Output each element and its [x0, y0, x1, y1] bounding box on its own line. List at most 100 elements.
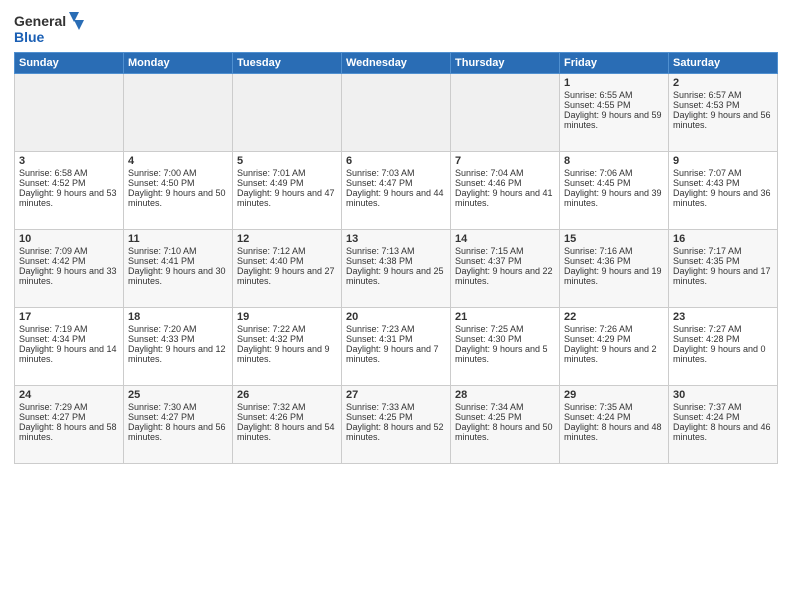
day-info-line: Sunset: 4:45 PM [564, 178, 664, 188]
day-cell: 1Sunrise: 6:55 AMSunset: 4:55 PMDaylight… [560, 74, 669, 152]
day-info-line: Sunset: 4:46 PM [455, 178, 555, 188]
day-info-line: Sunset: 4:28 PM [673, 334, 773, 344]
day-info-line: Sunset: 4:36 PM [564, 256, 664, 266]
day-info-line: Sunset: 4:31 PM [346, 334, 446, 344]
day-info-line: Daylight: 9 hours and 53 minutes. [19, 188, 119, 208]
day-info-line: Sunrise: 7:30 AM [128, 402, 228, 412]
day-cell: 23Sunrise: 7:27 AMSunset: 4:28 PMDayligh… [669, 308, 778, 386]
day-header-wednesday: Wednesday [342, 53, 451, 74]
day-cell: 16Sunrise: 7:17 AMSunset: 4:35 PMDayligh… [669, 230, 778, 308]
day-info-line: Daylight: 8 hours and 50 minutes. [455, 422, 555, 442]
day-info-line: Sunset: 4:49 PM [237, 178, 337, 188]
day-number: 15 [564, 233, 664, 245]
day-info-line: Daylight: 9 hours and 9 minutes. [237, 344, 337, 364]
day-info-line: Sunrise: 7:32 AM [237, 402, 337, 412]
day-cell: 25Sunrise: 7:30 AMSunset: 4:27 PMDayligh… [124, 386, 233, 464]
day-cell: 26Sunrise: 7:32 AMSunset: 4:26 PMDayligh… [233, 386, 342, 464]
day-info-line: Sunrise: 7:10 AM [128, 246, 228, 256]
day-number: 26 [237, 389, 337, 401]
day-info-line: Sunrise: 7:06 AM [564, 168, 664, 178]
day-info-line: Sunrise: 7:20 AM [128, 324, 228, 334]
day-info-line: Daylight: 9 hours and 59 minutes. [564, 110, 664, 130]
day-number: 17 [19, 311, 119, 323]
day-info-line: Daylight: 9 hours and 17 minutes. [673, 266, 773, 286]
day-cell [124, 74, 233, 152]
day-info-line: Daylight: 9 hours and 12 minutes. [128, 344, 228, 364]
day-info-line: Sunrise: 7:22 AM [237, 324, 337, 334]
day-cell: 4Sunrise: 7:00 AMSunset: 4:50 PMDaylight… [124, 152, 233, 230]
day-info-line: Sunset: 4:29 PM [564, 334, 664, 344]
svg-text:Blue: Blue [14, 29, 45, 45]
day-info-line: Daylight: 9 hours and 39 minutes. [564, 188, 664, 208]
day-number: 18 [128, 311, 228, 323]
day-cell: 19Sunrise: 7:22 AMSunset: 4:32 PMDayligh… [233, 308, 342, 386]
day-number: 2 [673, 77, 773, 89]
day-info-line: Sunrise: 7:15 AM [455, 246, 555, 256]
day-number: 13 [346, 233, 446, 245]
day-info-line: Sunrise: 7:35 AM [564, 402, 664, 412]
day-cell: 21Sunrise: 7:25 AMSunset: 4:30 PMDayligh… [451, 308, 560, 386]
day-info-line: Daylight: 9 hours and 56 minutes. [673, 110, 773, 130]
day-info-line: Sunrise: 7:37 AM [673, 402, 773, 412]
day-info-line: Sunrise: 7:26 AM [564, 324, 664, 334]
day-info-line: Sunrise: 7:00 AM [128, 168, 228, 178]
day-info-line: Sunrise: 6:55 AM [564, 90, 664, 100]
day-info-line: Sunset: 4:27 PM [19, 412, 119, 422]
header: GeneralBlue [14, 10, 778, 48]
day-info-line: Sunrise: 7:23 AM [346, 324, 446, 334]
day-number: 11 [128, 233, 228, 245]
day-info-line: Daylight: 9 hours and 25 minutes. [346, 266, 446, 286]
day-info-line: Daylight: 9 hours and 47 minutes. [237, 188, 337, 208]
day-number: 14 [455, 233, 555, 245]
day-info-line: Daylight: 9 hours and 19 minutes. [564, 266, 664, 286]
day-number: 19 [237, 311, 337, 323]
day-info-line: Sunrise: 7:27 AM [673, 324, 773, 334]
day-info-line: Sunset: 4:37 PM [455, 256, 555, 266]
day-info-line: Daylight: 9 hours and 33 minutes. [19, 266, 119, 286]
day-info-line: Sunset: 4:41 PM [128, 256, 228, 266]
day-info-line: Sunrise: 6:58 AM [19, 168, 119, 178]
day-info-line: Daylight: 9 hours and 22 minutes. [455, 266, 555, 286]
day-info-line: Sunset: 4:26 PM [237, 412, 337, 422]
day-info-line: Sunrise: 7:29 AM [19, 402, 119, 412]
day-number: 21 [455, 311, 555, 323]
day-info-line: Daylight: 9 hours and 30 minutes. [128, 266, 228, 286]
day-info-line: Sunrise: 7:03 AM [346, 168, 446, 178]
day-info-line: Sunrise: 7:25 AM [455, 324, 555, 334]
day-cell [15, 74, 124, 152]
week-row-3: 10Sunrise: 7:09 AMSunset: 4:42 PMDayligh… [15, 230, 778, 308]
day-info-line: Sunrise: 7:34 AM [455, 402, 555, 412]
calendar: SundayMondayTuesdayWednesdayThursdayFrid… [14, 52, 778, 464]
day-cell: 29Sunrise: 7:35 AMSunset: 4:24 PMDayligh… [560, 386, 669, 464]
day-info-line: Daylight: 8 hours and 48 minutes. [564, 422, 664, 442]
day-cell: 13Sunrise: 7:13 AMSunset: 4:38 PMDayligh… [342, 230, 451, 308]
day-info-line: Sunrise: 7:33 AM [346, 402, 446, 412]
day-info-line: Sunset: 4:32 PM [237, 334, 337, 344]
day-header-saturday: Saturday [669, 53, 778, 74]
day-cell: 5Sunrise: 7:01 AMSunset: 4:49 PMDaylight… [233, 152, 342, 230]
day-number: 25 [128, 389, 228, 401]
day-cell: 17Sunrise: 7:19 AMSunset: 4:34 PMDayligh… [15, 308, 124, 386]
day-number: 10 [19, 233, 119, 245]
day-info-line: Sunset: 4:24 PM [673, 412, 773, 422]
day-info-line: Daylight: 9 hours and 44 minutes. [346, 188, 446, 208]
svg-text:General: General [14, 13, 66, 29]
day-number: 1 [564, 77, 664, 89]
day-number: 8 [564, 155, 664, 167]
day-info-line: Sunset: 4:53 PM [673, 100, 773, 110]
day-info-line: Daylight: 9 hours and 5 minutes. [455, 344, 555, 364]
day-number: 22 [564, 311, 664, 323]
calendar-body: 1Sunrise: 6:55 AMSunset: 4:55 PMDaylight… [15, 74, 778, 464]
day-info-line: Daylight: 9 hours and 7 minutes. [346, 344, 446, 364]
day-cell: 22Sunrise: 7:26 AMSunset: 4:29 PMDayligh… [560, 308, 669, 386]
day-number: 7 [455, 155, 555, 167]
day-cell [342, 74, 451, 152]
day-number: 4 [128, 155, 228, 167]
day-info-line: Sunrise: 7:04 AM [455, 168, 555, 178]
day-header-friday: Friday [560, 53, 669, 74]
day-cell: 18Sunrise: 7:20 AMSunset: 4:33 PMDayligh… [124, 308, 233, 386]
day-info-line: Daylight: 8 hours and 56 minutes. [128, 422, 228, 442]
day-info-line: Sunrise: 7:09 AM [19, 246, 119, 256]
day-info-line: Sunset: 4:52 PM [19, 178, 119, 188]
day-cell: 27Sunrise: 7:33 AMSunset: 4:25 PMDayligh… [342, 386, 451, 464]
